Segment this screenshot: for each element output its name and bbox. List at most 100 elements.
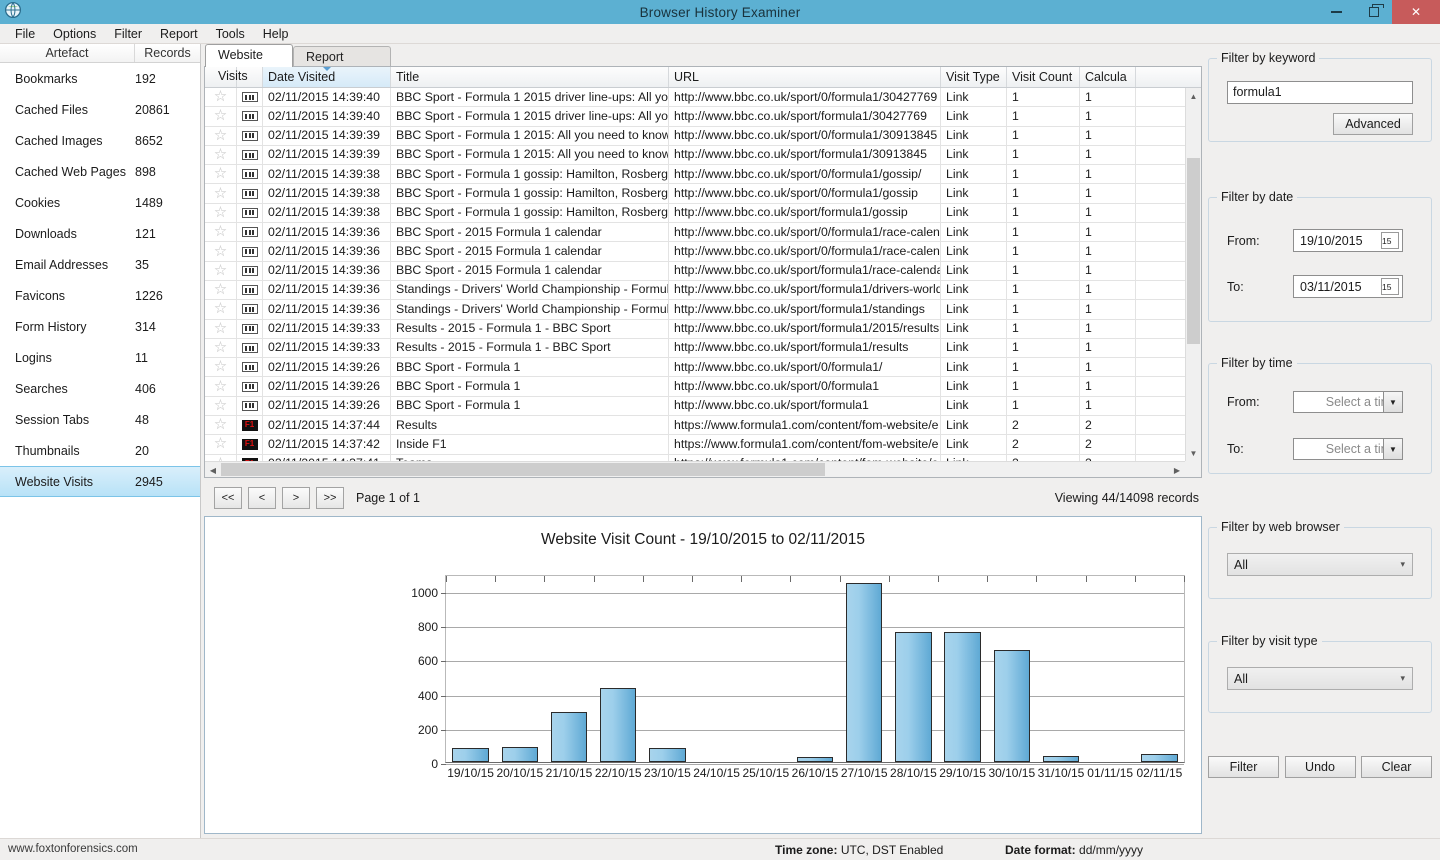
table-row[interactable]: ☆ 02/11/2015 14:39:38 BBC Sport - Formula … <box>205 164 1185 185</box>
horizontal-scroll-thumb[interactable] <box>221 463 825 476</box>
grid-col-date-visited[interactable]: Date Visited <box>263 67 391 87</box>
grid-col-visit-type[interactable]: Visit Type <box>941 67 1007 87</box>
star-icon[interactable]: ☆ <box>205 396 237 416</box>
sidebar-item-downloads[interactable]: Downloads 121 <box>0 218 200 249</box>
table-row[interactable]: ☆ 02/11/2015 14:39:36 BBC Sport - 2015 For… <box>205 222 1185 243</box>
time-to-select[interactable]: Select a time ▼ <box>1293 438 1403 460</box>
tab-website-visits[interactable]: Website Visits <box>205 44 293 83</box>
table-row[interactable]: ☆ 02/11/2015 14:39:40 BBC Sport - Formula … <box>205 88 1185 108</box>
date-to-input[interactable]: 03/11/2015 15 <box>1293 275 1403 298</box>
table-row[interactable]: ☆ F1 02/11/2015 14:37:42 Inside F1 https://w… <box>205 434 1185 455</box>
sidebar-item-session-tabs[interactable]: Session Tabs 48 <box>0 404 200 435</box>
menu-item-file[interactable]: File <box>6 25 44 43</box>
calendar-icon[interactable]: 15 <box>1381 232 1399 249</box>
star-icon[interactable]: ☆ <box>205 88 237 107</box>
sidebar-item-cached-images[interactable]: Cached Images 8652 <box>0 125 200 156</box>
star-icon[interactable]: ☆ <box>205 415 237 435</box>
keyword-input[interactable]: formula1 <box>1227 81 1413 104</box>
table-row[interactable]: ☆ 02/11/2015 14:39:36 BBC Sport - 2015 For… <box>205 241 1185 262</box>
sidebar-item-cached-web-pages[interactable]: Cached Web Pages 898 <box>0 156 200 187</box>
table-row[interactable]: ☆ 02/11/2015 14:39:26 BBC Sport - Formula … <box>205 376 1185 397</box>
sidebar-item-website-visits[interactable]: Website Visits 2945 <box>0 466 200 497</box>
table-row[interactable]: ☆ 02/11/2015 14:39:33 Results - 2015 - For… <box>205 338 1185 359</box>
star-icon[interactable]: ☆ <box>205 222 237 242</box>
sidebar-item-form-history[interactable]: Form History 314 <box>0 311 200 342</box>
table-row[interactable]: ☆ 02/11/2015 14:39:33 Results - 2015 - For… <box>205 319 1185 339</box>
table-row[interactable]: ☆ 02/11/2015 14:39:26 BBC Sport - Formula … <box>205 396 1185 417</box>
scroll-down-icon[interactable]: ▼ <box>1186 445 1201 461</box>
sidebar-item-cookies[interactable]: Cookies 1489 <box>0 187 200 218</box>
table-row[interactable]: ☆ 02/11/2015 14:39:38 BBC Sport - Formula … <box>205 203 1185 224</box>
browser-select[interactable]: All ▾ <box>1227 553 1413 576</box>
grid-col-calculated[interactable]: Calcula <box>1080 67 1136 87</box>
grid-vertical-scrollbar[interactable]: ▲ ▼ <box>1185 88 1201 461</box>
menu-item-options[interactable]: Options <box>44 25 105 43</box>
star-icon[interactable]: ☆ <box>205 145 237 165</box>
visit-type-select[interactable]: All ▾ <box>1227 667 1413 690</box>
table-row[interactable]: ☆ F1 02/11/2015 14:37:44 Results https://www… <box>205 415 1185 436</box>
sidebar-item-searches[interactable]: Searches 406 <box>0 373 200 404</box>
sidebar-col-artefact[interactable]: Artefact <box>0 44 135 62</box>
filter-button[interactable]: Filter <box>1208 756 1279 778</box>
star-icon[interactable]: ☆ <box>205 376 237 397</box>
grid-col-url[interactable]: URL <box>669 67 941 87</box>
table-row[interactable]: ☆ 02/11/2015 14:39:36 Standings - Drivers'… <box>205 280 1185 301</box>
vertical-scroll-thumb[interactable] <box>1187 158 1200 344</box>
next-page-button[interactable]: > <box>282 487 310 509</box>
undo-button[interactable]: Undo <box>1284 756 1356 778</box>
menu-item-tools[interactable]: Tools <box>207 25 254 43</box>
star-icon[interactable]: ☆ <box>205 164 237 184</box>
star-icon[interactable]: ☆ <box>205 261 237 281</box>
star-icon[interactable]: ☆ <box>205 357 237 377</box>
last-page-button[interactable]: >> <box>316 487 344 509</box>
menu-item-filter[interactable]: Filter <box>105 25 151 43</box>
sidebar-item-logins[interactable]: Logins 11 <box>0 342 200 373</box>
star-icon[interactable]: ☆ <box>205 203 237 223</box>
sidebar-item-bookmarks[interactable]: Bookmarks 192 <box>0 63 200 94</box>
table-row[interactable]: ☆ 02/11/2015 14:39:38 BBC Sport - Formula … <box>205 183 1185 204</box>
star-icon[interactable]: ☆ <box>205 280 237 300</box>
scroll-left-icon[interactable]: ◀ <box>205 462 221 478</box>
table-row[interactable]: ☆ 02/11/2015 14:39:36 Standings - Drivers'… <box>205 299 1185 320</box>
sidebar-item-thumbnails[interactable]: Thumbnails 20 <box>0 435 200 466</box>
menu-item-help[interactable]: Help <box>254 25 298 43</box>
previous-page-button[interactable]: < <box>248 487 276 509</box>
close-icon[interactable]: ✕ <box>1392 0 1440 24</box>
grid-col-title[interactable]: Title <box>391 67 669 87</box>
scroll-right-icon[interactable]: ▶ <box>1169 462 1185 478</box>
grid-horizontal-scrollbar[interactable]: ◀ ▶ <box>205 461 1185 477</box>
sidebar-col-records[interactable]: Records <box>135 44 200 62</box>
star-icon[interactable]: ☆ <box>205 241 237 262</box>
star-icon[interactable]: ☆ <box>205 434 237 455</box>
date-from-input[interactable]: 19/10/2015 15 <box>1293 229 1403 252</box>
maximize-icon[interactable] <box>1355 0 1392 24</box>
calendar-icon[interactable]: 15 <box>1381 278 1399 295</box>
first-page-button[interactable]: << <box>214 487 242 509</box>
star-icon[interactable]: ☆ <box>205 454 237 461</box>
star-icon[interactable]: ☆ <box>205 126 237 146</box>
tab-report-preview[interactable]: Report Preview <box>293 46 391 85</box>
table-row[interactable]: ☆ 02/11/2015 14:39:36 BBC Sport - 2015 For… <box>205 261 1185 281</box>
star-icon[interactable]: ☆ <box>205 338 237 358</box>
advanced-button[interactable]: Advanced <box>1333 113 1413 135</box>
time-from-select[interactable]: Select a time ▼ <box>1293 391 1403 413</box>
grid-col-visit-count[interactable]: Visit Count <box>1007 67 1080 87</box>
sidebar-item-favicons[interactable]: Favicons 1226 <box>0 280 200 311</box>
star-icon[interactable]: ☆ <box>205 106 237 127</box>
table-row[interactable]: ☆ 02/11/2015 14:39:39 BBC Sport - Formula … <box>205 145 1185 166</box>
table-row[interactable]: ☆ 02/11/2015 14:39:39 BBC Sport - Formula … <box>205 126 1185 146</box>
star-icon[interactable]: ☆ <box>205 183 237 204</box>
website-label[interactable]: www.foxtonforensics.com <box>8 843 138 855</box>
chevron-down-icon[interactable]: ▼ <box>1383 439 1402 459</box>
minimize-icon[interactable] <box>1318 0 1355 24</box>
star-icon[interactable]: ☆ <box>205 319 237 339</box>
star-icon[interactable]: ☆ <box>205 299 237 320</box>
chevron-down-icon[interactable]: ▼ <box>1383 392 1402 412</box>
sidebar-item-email-addresses[interactable]: Email Addresses 35 <box>0 249 200 280</box>
sidebar-item-cached-files[interactable]: Cached Files 20861 <box>0 94 200 125</box>
table-row[interactable]: ☆ 02/11/2015 14:39:26 BBC Sport - Formula … <box>205 357 1185 378</box>
menu-item-report[interactable]: Report <box>151 25 207 43</box>
table-row[interactable]: ☆ 02/11/2015 14:39:40 BBC Sport - Formula … <box>205 106 1185 127</box>
scroll-up-icon[interactable]: ▲ <box>1186 88 1201 104</box>
clear-button[interactable]: Clear <box>1361 756 1432 778</box>
